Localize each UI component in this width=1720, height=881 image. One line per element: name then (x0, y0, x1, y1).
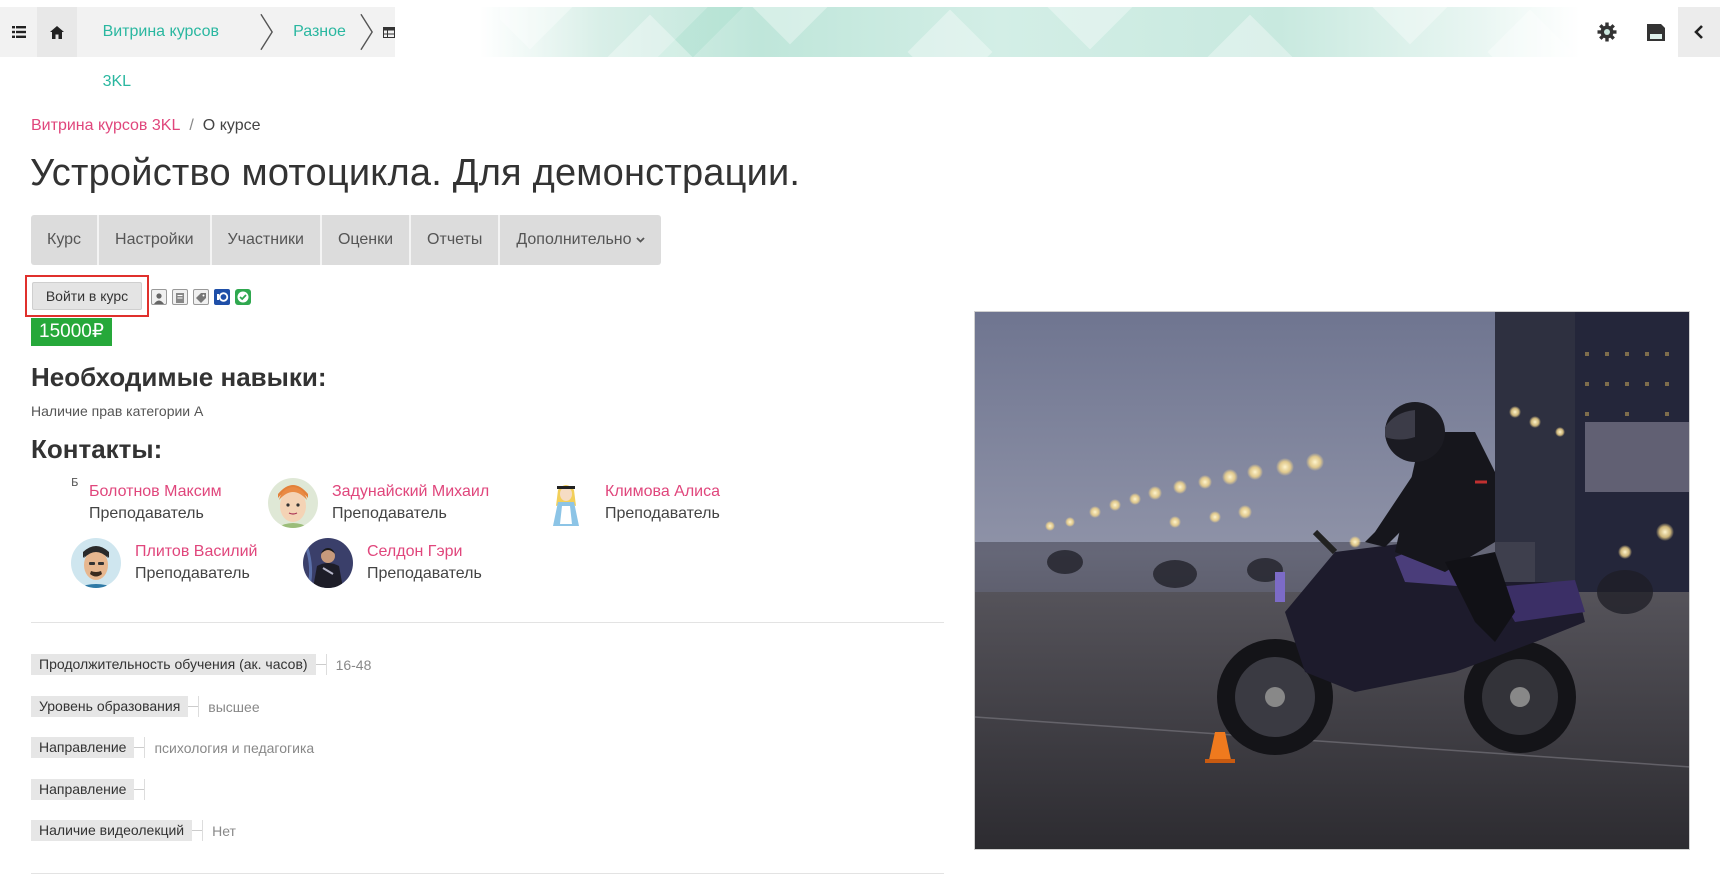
tab-more-label: Дополнительно (516, 231, 632, 248)
contact-name-link[interactable]: Климова Алиса (605, 481, 720, 503)
field-key: Продолжительность обучения (ак. часов) (31, 654, 316, 675)
chevron-separator-icon (260, 13, 273, 51)
navbar-decoration (500, 7, 1600, 57)
page-title: Устройство мотоцикла. Для демонстрации. (30, 152, 801, 194)
contact-card: Климова Алиса Преподаватель (541, 478, 720, 528)
top-navbar: Витрина курсов 3KL Разное (0, 7, 1720, 90)
save-icon (1647, 23, 1665, 41)
field-value: 16-48 (335, 656, 372, 673)
breadcrumb-link-showcase[interactable]: Витрина курсов 3KL (31, 117, 180, 134)
collapse-panel-button[interactable] (1678, 7, 1720, 57)
navbar-breadcrumb: Витрина курсов 3KL Разное (0, 7, 395, 90)
navbar-crumb-course[interactable] (383, 26, 395, 38)
skills-heading: Необходимые навыки: (31, 362, 327, 392)
field-row-duration: Продолжительность обучения (ак. часов) 1… (31, 654, 371, 675)
settings-button[interactable] (1585, 7, 1629, 57)
navbar-crumb-misc[interactable]: Разное (273, 7, 360, 57)
field-row-video: Наличие видеолекций Нет (31, 820, 236, 841)
drawer-toggle-button[interactable] (0, 7, 37, 57)
contact-name-link[interactable]: Селдон Гэри (367, 541, 482, 563)
save-button[interactable] (1634, 7, 1678, 57)
enrol-methods (151, 289, 251, 305)
price-badge: 15000₽ (31, 318, 112, 346)
field-key: Уровень образования (31, 696, 189, 717)
breadcrumb-current: О курсе (202, 117, 261, 134)
checkmark-icon[interactable] (235, 289, 251, 305)
enrol-button[interactable]: Войти в курс (32, 282, 142, 310)
avatar[interactable] (303, 538, 353, 588)
tag-icon[interactable] (193, 289, 209, 305)
avatar[interactable] (268, 478, 318, 528)
home-button[interactable] (37, 7, 77, 57)
breadcrumb: Витрина курсов 3KL / О курсе (31, 117, 260, 135)
contact-role: Преподаватель (332, 505, 447, 522)
field-key: Направление (31, 737, 135, 758)
contact-role: Преподаватель (135, 565, 250, 582)
chevron-left-icon (1694, 25, 1703, 39)
contacts-heading: Контакты: (31, 434, 163, 464)
tab-more[interactable]: Дополнительно (500, 215, 660, 265)
tab-settings[interactable]: Настройки (99, 215, 212, 265)
contact-card: Задунайский Михаил Преподаватель (268, 478, 489, 528)
field-key: Наличие видеолекций (31, 820, 193, 841)
contact-role: Преподаватель (605, 505, 720, 522)
field-row-education: Уровень образования высшее (31, 696, 260, 717)
divider (31, 873, 944, 874)
broken-avatar-image: Б (71, 476, 79, 489)
contact-card: Болотнов Максим Преподаватель (89, 481, 222, 525)
breadcrumb-separator: / (189, 117, 194, 134)
list-icon (11, 26, 26, 38)
field-row-direction-empty: Направление (31, 779, 154, 800)
contact-card: Селдон Гэри Преподаватель (303, 538, 482, 588)
home-icon (49, 25, 64, 39)
avatar[interactable] (71, 538, 121, 588)
chevron-down-icon (635, 237, 645, 243)
tab-participants[interactable]: Участники (212, 215, 322, 265)
field-value: высшее (208, 698, 260, 715)
field-value: психология и педагогика (154, 739, 315, 756)
yookassa-icon[interactable] (214, 289, 230, 305)
skills-text: Наличие прав категории А (31, 403, 204, 419)
field-value: Нет (212, 822, 236, 839)
course-image (974, 311, 1690, 850)
tab-course[interactable]: Курс (31, 215, 100, 265)
navbar-crumb-showcase[interactable]: Витрина курсов 3KL (77, 7, 260, 90)
tab-reports[interactable]: Отчеты (411, 215, 501, 265)
user-icon[interactable] (151, 289, 167, 305)
field-key: Направление (31, 779, 135, 800)
field-row-direction: Направление психология и педагогика (31, 737, 314, 758)
contact-role: Преподаватель (367, 565, 482, 582)
avatar[interactable] (541, 478, 591, 528)
contact-role: Преподаватель (89, 505, 204, 522)
course-nav: Курс Настройки Участники Оценки Отчеты Д… (31, 215, 661, 265)
document-icon[interactable] (172, 289, 188, 305)
contact-name-link[interactable]: Задунайский Михаил (332, 481, 489, 503)
divider (31, 622, 944, 623)
gear-icon (1597, 22, 1617, 42)
contact-name-link[interactable]: Плитов Василий (135, 541, 257, 563)
contact-card: Плитов Василий Преподаватель (71, 538, 257, 588)
chevron-separator-icon (360, 13, 373, 51)
contact-name-link[interactable]: Болотнов Максим (89, 481, 222, 503)
tab-grades[interactable]: Оценки (322, 215, 412, 265)
table-icon (383, 26, 395, 38)
